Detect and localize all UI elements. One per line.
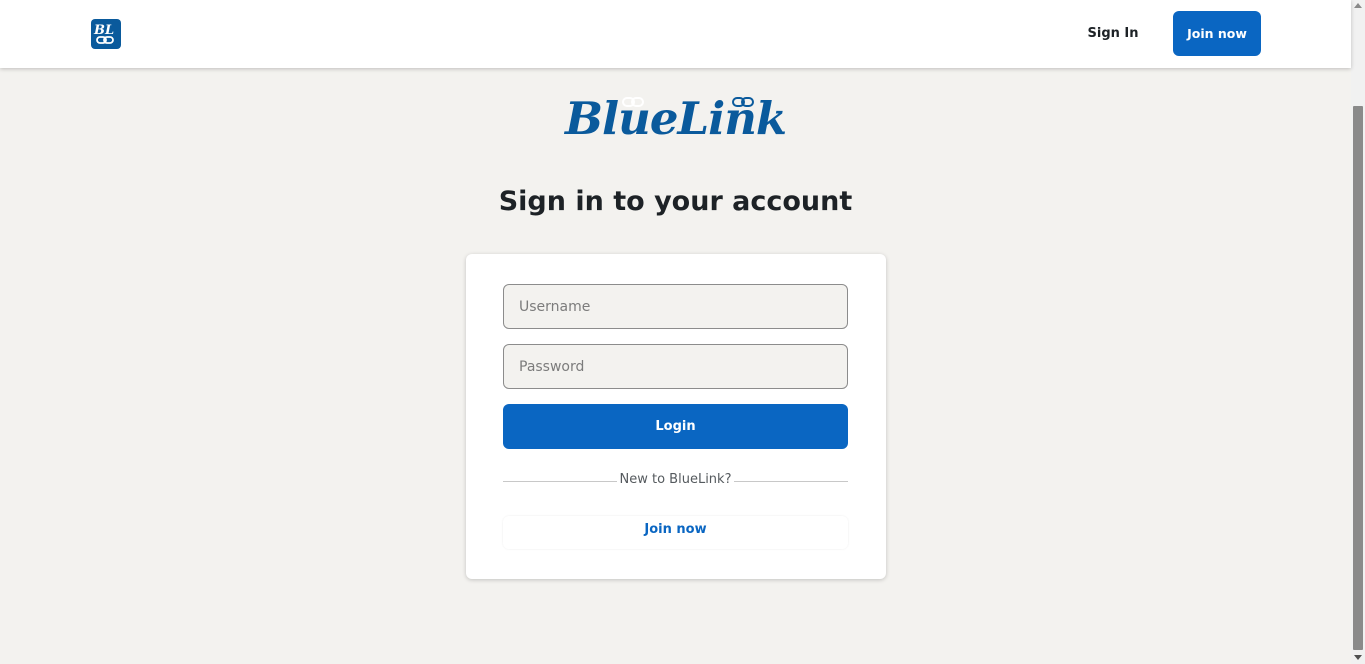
scrollbar-thumb[interactable] xyxy=(1353,106,1363,650)
bluelink-logo: BlueLink xyxy=(560,92,800,148)
badge-letters: BL xyxy=(93,23,114,38)
join-now-link[interactable]: Join now xyxy=(503,516,848,549)
sign-in-card: Login New to BlueLink? Join now xyxy=(466,254,886,579)
divider-line xyxy=(503,481,617,482)
browser-viewport: BL Sign In Join now BlueLink Sign in to … xyxy=(0,0,1365,664)
new-user-divider-text: New to BlueLink? xyxy=(619,472,732,487)
password-input[interactable] xyxy=(503,344,848,389)
page-title: Sign in to your account xyxy=(498,186,853,217)
scroll-up-arrow-icon[interactable] xyxy=(1354,3,1362,8)
chain-link-icon xyxy=(732,97,754,107)
chain-link-icon xyxy=(622,97,644,107)
username-input[interactable] xyxy=(503,284,848,329)
bl-link-logo-icon: BL xyxy=(93,23,114,44)
join-now-button[interactable]: Join now xyxy=(1173,11,1261,56)
scroll-down-arrow-icon[interactable] xyxy=(1354,655,1362,660)
brand-logo-icon[interactable]: BL xyxy=(91,19,121,49)
divider-line xyxy=(734,481,848,482)
vertical-scrollbar[interactable] xyxy=(1351,0,1365,664)
top-navigation-bar: BL Sign In Join now xyxy=(0,0,1351,68)
page: BL Sign In Join now BlueLink Sign in to … xyxy=(0,0,1351,664)
login-button[interactable]: Login xyxy=(503,404,848,449)
sign-in-link[interactable]: Sign In xyxy=(1080,17,1146,51)
